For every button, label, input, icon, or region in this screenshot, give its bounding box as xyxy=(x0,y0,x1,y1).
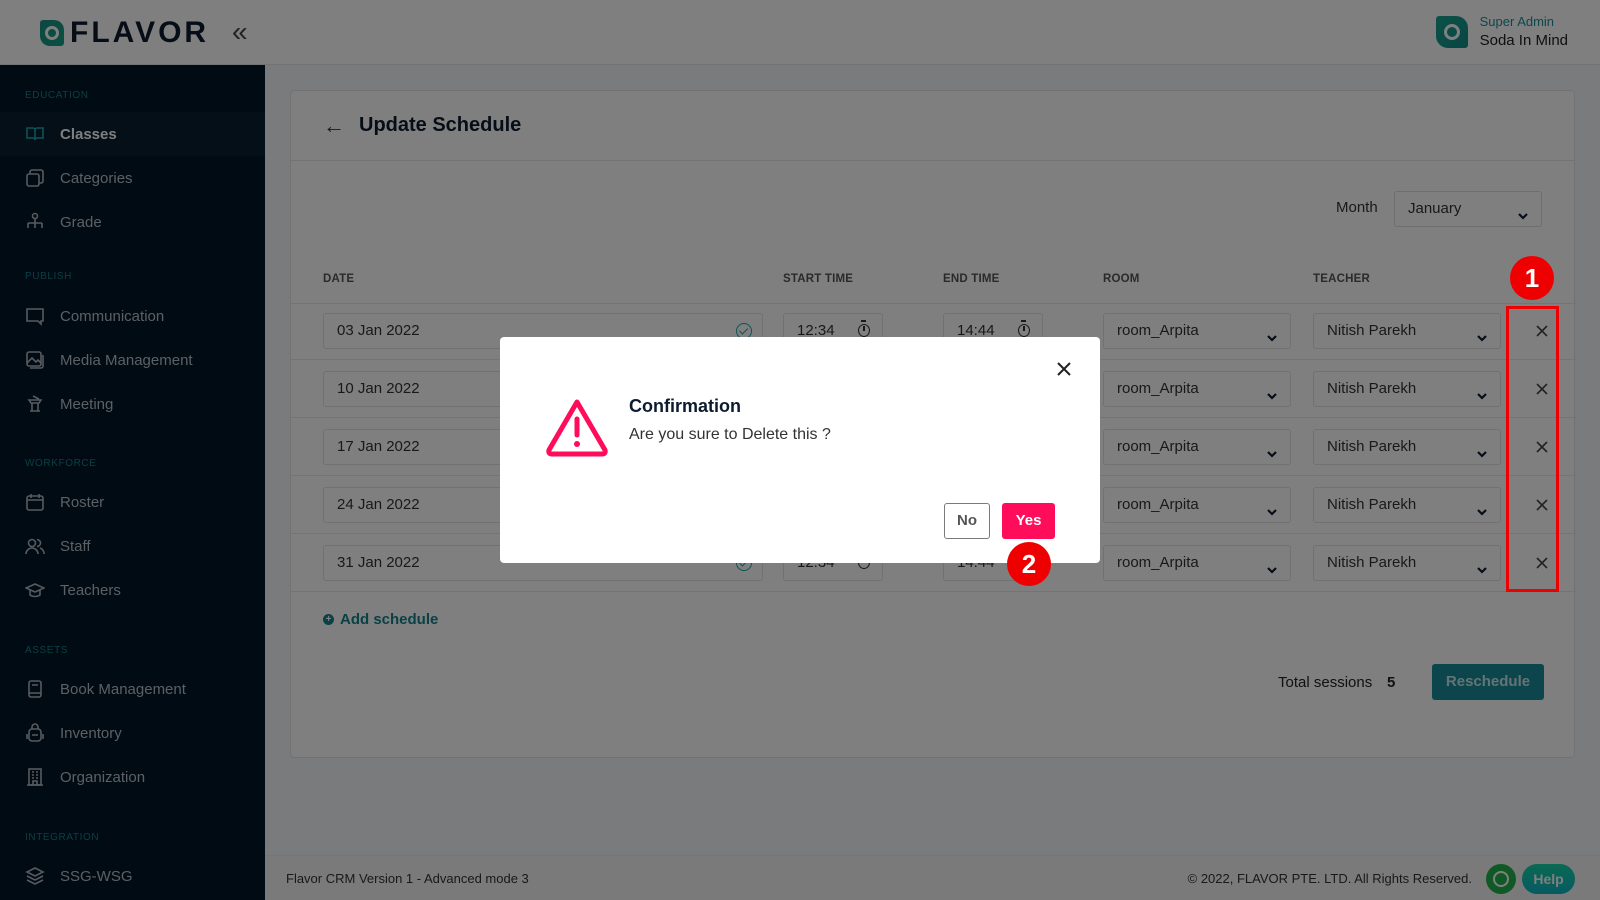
no-button[interactable]: No xyxy=(944,503,990,539)
dialog-message: Are you sure to Delete this ? xyxy=(629,426,831,443)
annotation-marker-1: 1 xyxy=(1510,256,1554,300)
annotation-marker-2: 2 xyxy=(1007,542,1051,586)
yes-button[interactable]: Yes xyxy=(1002,503,1055,539)
warning-icon xyxy=(546,399,608,457)
annotation-highlight-box xyxy=(1506,306,1559,592)
dialog-title: Confirmation xyxy=(629,396,741,416)
close-icon[interactable] xyxy=(1056,361,1072,377)
confirmation-dialog: Confirmation Are you sure to Delete this… xyxy=(500,337,1100,563)
